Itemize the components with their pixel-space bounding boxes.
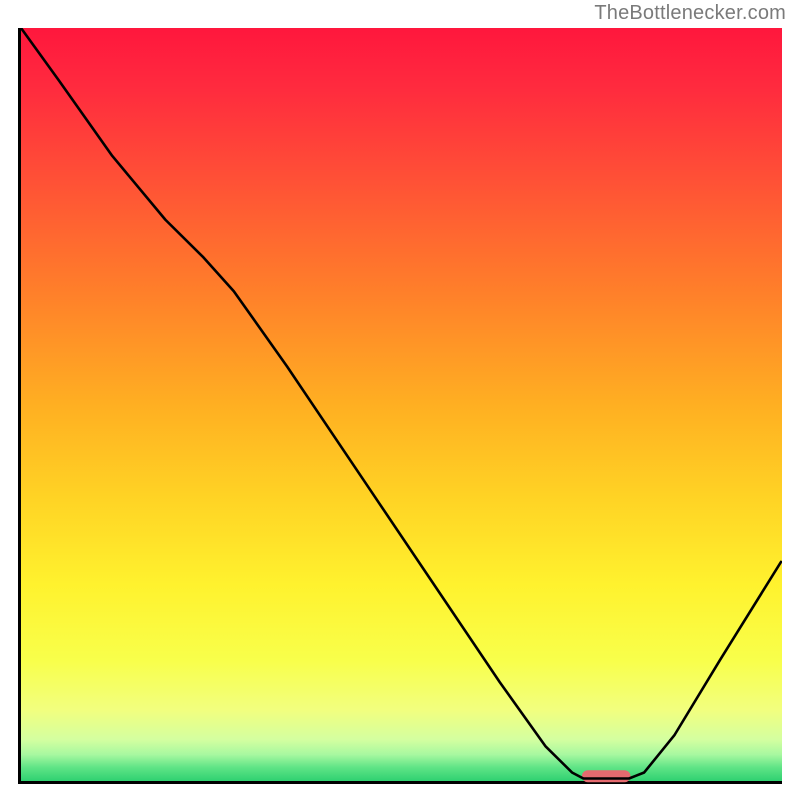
chart-svg	[18, 28, 782, 784]
gradient-background	[21, 28, 782, 781]
attribution-text: TheBottlenecker.com	[594, 2, 786, 25]
bottleneck-chart	[18, 28, 782, 784]
optimal-range-marker	[582, 770, 631, 782]
